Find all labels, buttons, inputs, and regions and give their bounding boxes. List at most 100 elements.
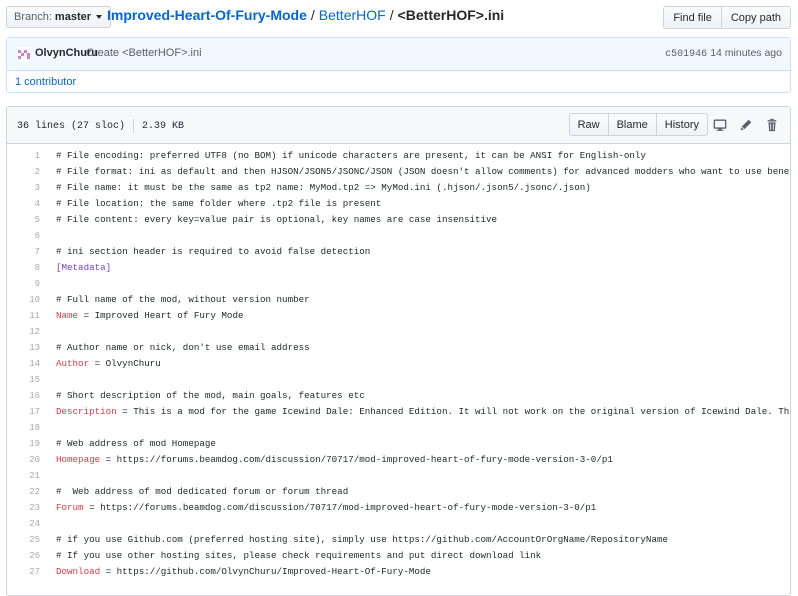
ini-key: Forum xyxy=(56,502,84,513)
file-info-divider xyxy=(133,119,135,133)
file-viewer: 36 lines (27 sloc) 2.39 KB Raw Blame His… xyxy=(6,106,791,596)
line-number[interactable]: 20 xyxy=(7,452,40,468)
code-line: 18 xyxy=(7,420,790,436)
desktop-icon[interactable] xyxy=(713,118,727,132)
commit-time: 14 minutes ago xyxy=(710,47,782,59)
code-line: 16 # Short description of the mod, main g… xyxy=(7,388,790,404)
code-line: 20 Homepage = https://forums.beamdog.com/… xyxy=(7,452,790,468)
commit-tease: OlvynChuru Create <BetterHOF>.ini c50194… xyxy=(6,37,791,93)
code-text: Name = Improved Heart of Fury Mode xyxy=(56,310,244,321)
line-number[interactable]: 22 xyxy=(7,484,40,500)
caret-down-icon xyxy=(96,15,102,19)
ini-key: Download xyxy=(56,566,101,577)
pencil-icon[interactable] xyxy=(739,118,753,132)
code-text: # If you use other hosting sites, please… xyxy=(56,550,542,561)
code-line: 5 # File content: every key=value pair is… xyxy=(7,212,790,228)
code-line: 10 # Full name of the mod, without versio… xyxy=(7,292,790,308)
line-number[interactable]: 9 xyxy=(7,276,40,292)
code-text: # Web address of mod dedicated forum or … xyxy=(56,486,349,497)
line-number[interactable]: 3 xyxy=(7,180,40,196)
breadcrumb-filename: <BetterHOF>.ini xyxy=(397,7,505,23)
breadcrumb-folder-link[interactable]: BetterHOF xyxy=(319,7,386,23)
history-button[interactable]: History xyxy=(655,113,708,136)
code-line: 4 # File location: the same folder where … xyxy=(7,196,790,212)
file-line-count: 36 lines (27 sloc) xyxy=(17,120,126,132)
file-view-buttons: Raw Blame History xyxy=(568,113,708,136)
line-number[interactable]: 6 xyxy=(7,228,40,244)
line-number[interactable]: 8 xyxy=(7,260,40,276)
code-line: 9 xyxy=(7,276,790,292)
code-line: 13 # Author name or nick, don't use email… xyxy=(7,340,790,356)
avatar[interactable] xyxy=(17,47,31,61)
blame-button[interactable]: Blame xyxy=(607,113,657,136)
line-number[interactable]: 25 xyxy=(7,532,40,548)
breadcrumb-repo-link[interactable]: Improved-Heart-Of-Fury-Mode xyxy=(107,7,307,23)
code-text: Homepage = https://forums.beamdog.com/di… xyxy=(56,454,613,465)
code-text: # File encoding: preferred UTF8 (no BOM)… xyxy=(56,150,646,161)
line-number[interactable]: 26 xyxy=(7,548,40,564)
line-number[interactable]: 15 xyxy=(7,372,40,388)
line-number[interactable]: 5 xyxy=(7,212,40,228)
file-actions-top: Find file Copy path xyxy=(663,6,791,29)
commit-sha-link[interactable]: c501946 xyxy=(665,49,707,60)
contributors-link[interactable]: 1 contributor xyxy=(15,76,76,88)
file-navigation-bar: Branch: master Improved-Heart-Of-Fury-Mo… xyxy=(0,0,798,34)
trash-icon[interactable] xyxy=(765,118,779,132)
code-line: 14 Author = OlvynChuru xyxy=(7,356,790,372)
code-line: 3 # File name: it must be the same as tp2… xyxy=(7,180,790,196)
code-line: 11 Name = Improved Heart of Fury Mode xyxy=(7,308,790,324)
file-info: 36 lines (27 sloc) 2.39 KB xyxy=(17,119,184,133)
commit-message-link[interactable]: Create <BetterHOF>.ini xyxy=(86,47,202,59)
code-line: 17 Description = This is a mod for the ga… xyxy=(7,404,791,420)
find-file-button[interactable]: Find file xyxy=(663,6,722,29)
code-text: # Web address of mod Homepage xyxy=(56,438,216,449)
code-line: 21 xyxy=(7,468,790,484)
ini-key: Description xyxy=(56,406,117,417)
code-text: [Metadata] xyxy=(56,262,112,273)
code-line: 24 xyxy=(7,516,790,532)
ini-key: Author xyxy=(56,358,90,369)
line-number[interactable]: 4 xyxy=(7,196,40,212)
ini-key: Homepage xyxy=(56,454,101,465)
line-number[interactable]: 24 xyxy=(7,516,40,532)
code-text: # Short description of the mod, main goa… xyxy=(56,390,365,401)
line-number[interactable]: 14 xyxy=(7,356,40,372)
code-text: Forum = https://forums.beamdog.com/discu… xyxy=(56,502,597,513)
branch-select-button[interactable]: Branch: master xyxy=(6,6,111,28)
line-number[interactable]: 10 xyxy=(7,292,40,308)
line-number[interactable]: 13 xyxy=(7,340,40,356)
code-line: 1 # File encoding: preferred UTF8 (no BOM… xyxy=(7,148,790,164)
code-line: 6 xyxy=(7,228,790,244)
line-number[interactable]: 27 xyxy=(7,564,40,580)
line-number[interactable]: 19 xyxy=(7,436,40,452)
line-number[interactable]: 17 xyxy=(7,404,40,420)
breadcrumb: Improved-Heart-Of-Fury-Mode / BetterHOF / <B… xyxy=(107,7,504,23)
line-number[interactable]: 23 xyxy=(7,500,40,516)
line-number[interactable]: 2 xyxy=(7,164,40,180)
raw-button[interactable]: Raw xyxy=(568,113,609,136)
breadcrumb-separator: / xyxy=(389,7,394,23)
line-number[interactable]: 12 xyxy=(7,324,40,340)
code-text: # File name: it must be the same as tp2 … xyxy=(56,182,591,193)
code-line: 22 # Web address of mod dedicated forum o… xyxy=(7,484,790,500)
branch-label: Branch: xyxy=(14,11,52,23)
code-text: Description = This is a mod for the game… xyxy=(56,406,791,417)
code-text: Author = OlvynChuru xyxy=(56,358,161,369)
code-line: 15 xyxy=(7,372,790,388)
line-number[interactable]: 11 xyxy=(7,308,40,324)
code-line: 23 Forum = https://forums.beamdog.com/dis… xyxy=(7,500,790,516)
line-number[interactable]: 18 xyxy=(7,420,40,436)
code-text: # ini section header is required to avoi… xyxy=(56,246,371,257)
copy-path-button[interactable]: Copy path xyxy=(720,6,791,29)
line-number[interactable]: 1 xyxy=(7,148,40,164)
line-number[interactable]: 7 xyxy=(7,244,40,260)
line-number[interactable]: 21 xyxy=(7,468,40,484)
commit-header: OlvynChuru Create <BetterHOF>.ini c50194… xyxy=(7,38,790,71)
code-line: 7 # ini section header is required to avo… xyxy=(7,244,790,260)
line-number[interactable]: 16 xyxy=(7,388,40,404)
code-text: # Author name or nick, don't use email a… xyxy=(56,342,310,353)
code-line: 19 # Web address of mod Homepage xyxy=(7,436,790,452)
code-line: 26 # If you use other hosting sites, plea… xyxy=(7,548,790,564)
commit-meta: c501946 14 minutes ago xyxy=(665,47,782,60)
file-header: 36 lines (27 sloc) 2.39 KB Raw Blame His… xyxy=(7,107,790,144)
